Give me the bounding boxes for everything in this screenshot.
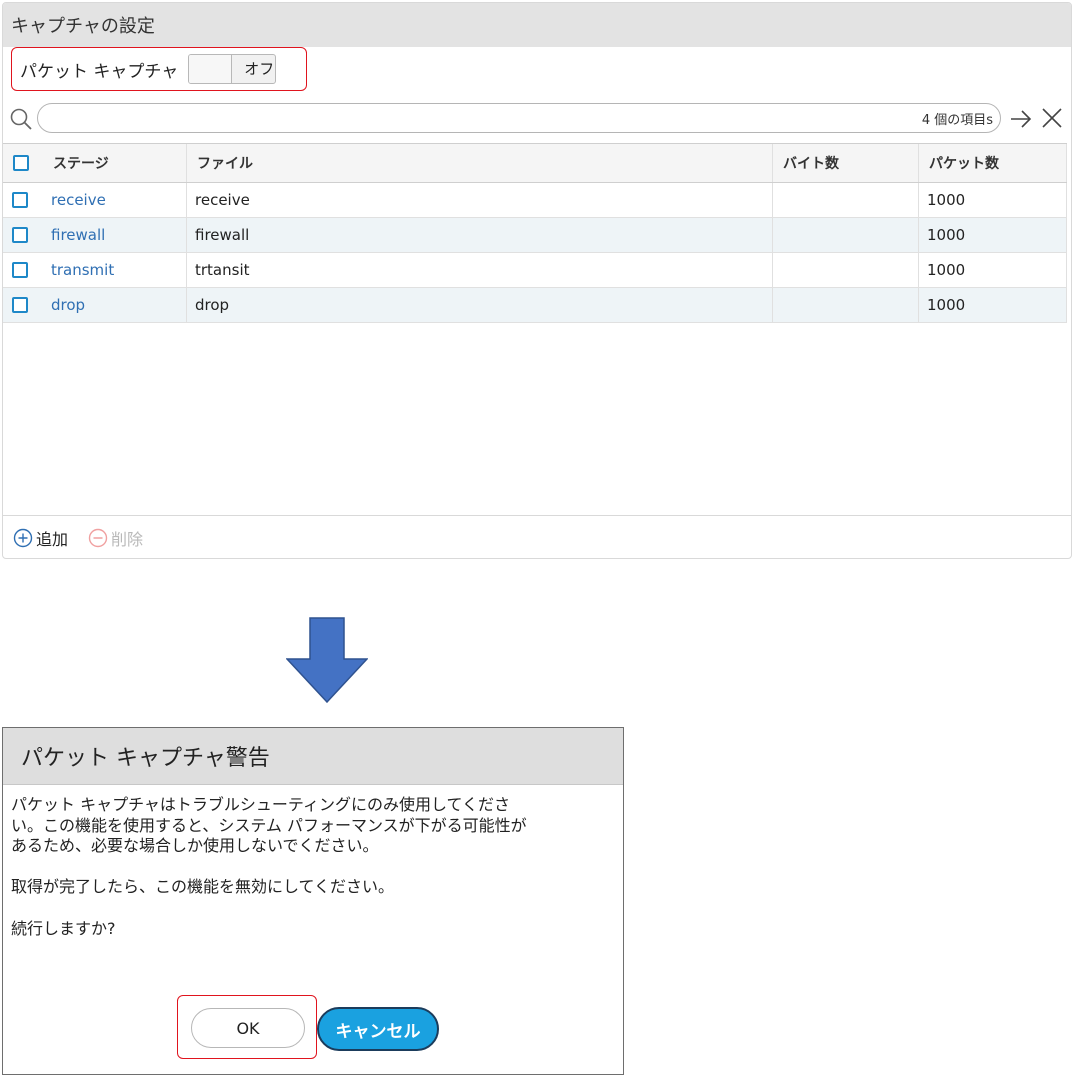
select-all-checkbox[interactable] bbox=[13, 155, 29, 171]
toggle-state-label: オフ bbox=[244, 60, 275, 78]
column-header-packets[interactable]: パケット数 bbox=[919, 144, 1067, 182]
file-cell: firewall bbox=[187, 218, 773, 252]
file-cell: trtansit bbox=[187, 253, 773, 287]
delete-label: 削除 bbox=[111, 530, 144, 549]
dialog-message-disable: 取得が完了したら、この機能を無効にしてください。 bbox=[11, 876, 395, 896]
row-checkbox-cell bbox=[3, 288, 43, 322]
plus-circle-icon bbox=[13, 528, 33, 548]
capture-stage-table: ステージ ファイル バイト数 パケット数 receive receive 100… bbox=[3, 143, 1067, 323]
bytes-cell bbox=[773, 253, 919, 287]
capture-settings-panel: キャプチャの設定 パケット キャプチャ オフ 4 個の項目s ステージ ファイル… bbox=[2, 2, 1072, 559]
table-row: firewall firewall 1000 bbox=[3, 218, 1067, 253]
table-row: transmit trtansit 1000 bbox=[3, 253, 1067, 288]
dialog-message: パケット キャプチャはトラブルシューティングにのみ使用してくださ い。この機能を… bbox=[11, 795, 615, 857]
cancel-button[interactable]: キャンセル bbox=[317, 1007, 439, 1051]
bytes-cell bbox=[773, 288, 919, 322]
panel-footer: 追加 削除 bbox=[3, 515, 1071, 558]
file-cell: receive bbox=[187, 183, 773, 217]
search-bar: 4 個の項目s bbox=[3, 99, 1071, 139]
table-row: drop drop 1000 bbox=[3, 288, 1067, 323]
minus-circle-icon bbox=[88, 528, 108, 548]
stage-link[interactable]: drop bbox=[43, 288, 187, 322]
add-label: 追加 bbox=[36, 530, 69, 549]
stage-link[interactable]: transmit bbox=[43, 253, 187, 287]
packets-cell: 1000 bbox=[919, 253, 1067, 287]
arrow-right-icon[interactable] bbox=[1009, 107, 1033, 131]
table-row: receive receive 1000 bbox=[3, 183, 1067, 218]
stage-link[interactable]: receive bbox=[43, 183, 187, 217]
bytes-cell bbox=[773, 218, 919, 252]
dialog-question: 続行しますか? bbox=[11, 919, 116, 938]
packet-capture-highlight: パケット キャプチャ オフ bbox=[11, 47, 307, 91]
search-input[interactable] bbox=[37, 103, 1001, 133]
table-header: ステージ ファイル バイト数 パケット数 bbox=[3, 143, 1067, 183]
bytes-cell bbox=[773, 183, 919, 217]
delete-button[interactable]: 削除 bbox=[88, 526, 143, 550]
column-header-bytes[interactable]: バイト数 bbox=[773, 144, 919, 182]
packet-capture-toggle[interactable]: オフ bbox=[188, 54, 277, 84]
add-button[interactable]: 追加 bbox=[13, 526, 68, 550]
dialog-message-line: パケット キャプチャはトラブルシューティングにのみ使用してくださ bbox=[11, 795, 511, 814]
dialog-message-line: あるため、必要な場合しか使用しないでください。 bbox=[11, 836, 379, 855]
row-checkbox-cell bbox=[3, 253, 43, 287]
packet-capture-warning-dialog: パケット キャプチャ警告 パケット キャプチャはトラブルシューティングにのみ使用… bbox=[2, 727, 624, 1075]
file-cell: drop bbox=[187, 288, 773, 322]
row-checkbox-cell bbox=[3, 183, 43, 217]
column-header-file[interactable]: ファイル bbox=[187, 144, 773, 182]
packets-cell: 1000 bbox=[919, 288, 1067, 322]
search-icon[interactable] bbox=[9, 107, 33, 131]
close-icon[interactable] bbox=[1041, 107, 1063, 129]
select-all-cell bbox=[3, 144, 43, 182]
row-checkbox-cell bbox=[3, 218, 43, 252]
dialog-title: パケット キャプチャ警告 bbox=[3, 728, 623, 785]
ok-button[interactable]: OK bbox=[191, 1008, 305, 1048]
row-checkbox[interactable] bbox=[12, 262, 28, 278]
packets-cell: 1000 bbox=[919, 218, 1067, 252]
row-checkbox[interactable] bbox=[12, 297, 28, 313]
packet-capture-label: パケット キャプチャ bbox=[20, 61, 179, 82]
packets-cell: 1000 bbox=[919, 183, 1067, 217]
dialog-message-line: い。この機能を使用すると、システム パフォーマンスが下がる可能性が bbox=[11, 815, 527, 835]
down-arrow-icon bbox=[286, 617, 368, 703]
panel-title: キャプチャの設定 bbox=[3, 3, 1071, 47]
row-checkbox[interactable] bbox=[12, 192, 28, 208]
column-header-stage[interactable]: ステージ bbox=[43, 144, 187, 182]
item-count: 4 個の項目s bbox=[921, 113, 993, 128]
toggle-knob[interactable] bbox=[189, 55, 233, 83]
stage-link[interactable]: firewall bbox=[43, 218, 187, 252]
row-checkbox[interactable] bbox=[12, 227, 28, 243]
dialog-body: パケット キャプチャはトラブルシューティングにのみ使用してくださ い。この機能を… bbox=[3, 785, 623, 940]
